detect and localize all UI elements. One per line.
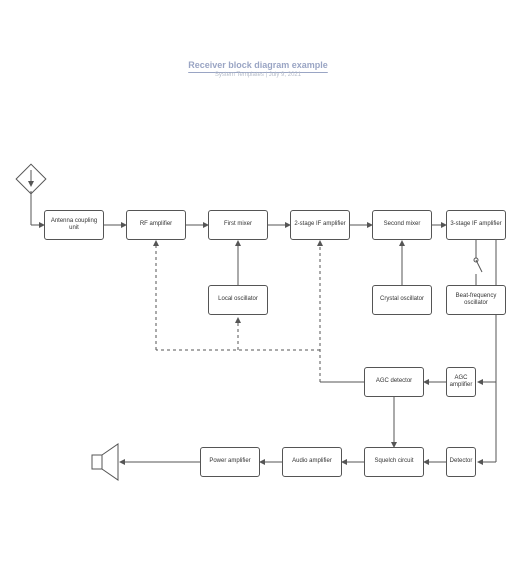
block-agcdet: AGC detector [364,367,424,397]
speaker-icon [92,444,118,480]
block-squelch: Squelch circuit [364,447,424,477]
block-bfo: Beat-frequency oscillator [446,285,506,315]
block-audio: Audio amplifier [282,447,342,477]
diamond-input [15,163,46,194]
block-mixer2: Second mixer [372,210,432,240]
block-if2: 3-stage IF amplifier [446,210,506,240]
block-detector: Detector [446,447,476,477]
block-xo: Crystal oscillator [372,285,432,315]
block-power: Power amplifier [200,447,260,477]
block-mixer1: First mixer [208,210,268,240]
connection-wires [0,60,516,576]
block-rf: RF amplifier [126,210,186,240]
block-if1: 2-stage IF amplifier [290,210,350,240]
block-lo: Local oscillator [208,285,268,315]
block-antenna: Antenna coupling unit [44,210,104,240]
diagram-canvas: Antenna coupling unit RF amplifier First… [0,60,516,576]
block-agcamp: AGC amplifier [446,367,476,397]
